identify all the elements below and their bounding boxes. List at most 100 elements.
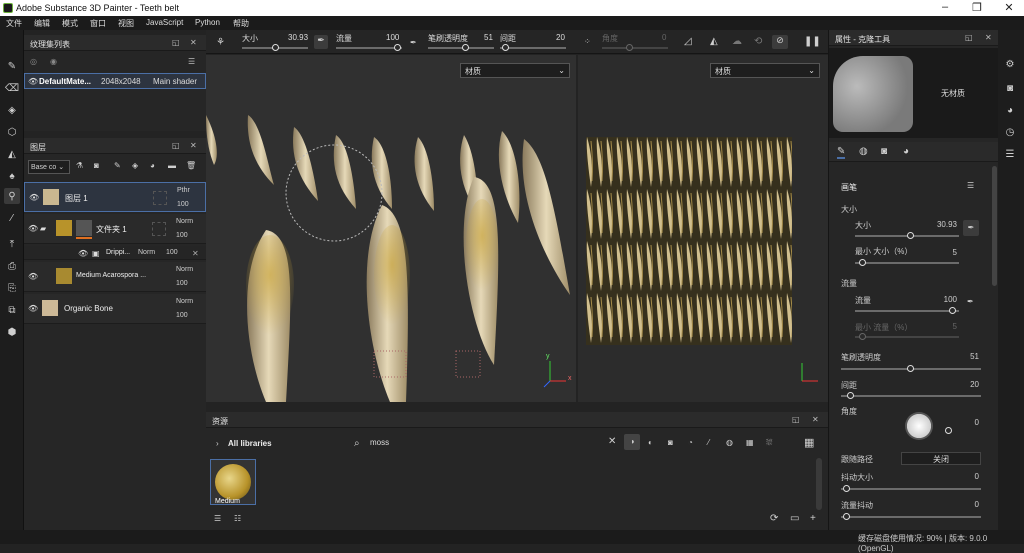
brush-opacity-value[interactable]: 51 bbox=[939, 352, 979, 361]
pin-icon[interactable]: ◱ bbox=[172, 141, 180, 150]
import-folder-icon[interactable]: ▭ bbox=[790, 513, 799, 524]
effect-row[interactable]: 👁 ▣ Drippi... Norm 100 ✕ bbox=[24, 246, 206, 260]
eye-icon[interactable]: 👁 bbox=[28, 224, 38, 233]
min-flow-slider-knob[interactable] bbox=[859, 333, 866, 340]
menu-mode[interactable]: 模式 bbox=[62, 18, 78, 29]
close-icon[interactable]: ✕ bbox=[190, 38, 197, 47]
opacity-slider[interactable] bbox=[428, 47, 494, 49]
color-picker-icon[interactable]: ⁄ bbox=[4, 210, 20, 226]
jitter-flow-value[interactable]: 0 bbox=[939, 500, 979, 509]
opacity-value[interactable]: 100 bbox=[166, 249, 178, 256]
scrollbar[interactable] bbox=[816, 458, 822, 510]
angle-knob[interactable] bbox=[945, 427, 952, 434]
min-size-value[interactable]: 5 bbox=[917, 248, 957, 257]
channel-dropdown[interactable]: Base co ⌄ bbox=[28, 160, 70, 174]
pin-icon[interactable]: ◱ bbox=[792, 415, 800, 424]
procedurals-filter-icon[interactable]: ▦ bbox=[746, 438, 754, 447]
angle-slider[interactable] bbox=[602, 47, 668, 49]
texture-set-item[interactable]: 👁 DefaultMate... 2048x2048 Main shader bbox=[24, 73, 206, 89]
spacing-slider-knob[interactable] bbox=[847, 392, 854, 399]
log-icon[interactable]: ☰ bbox=[1002, 146, 1018, 162]
size-slider-knob[interactable] bbox=[272, 44, 279, 51]
viewport-2d-mode-dropdown[interactable]: 材质 ⌄ bbox=[710, 63, 820, 78]
maximize-button[interactable]: ❐ bbox=[962, 1, 992, 14]
min-flow-value[interactable]: 5 bbox=[917, 322, 957, 331]
smart-materials-filter-icon[interactable]: ◐ bbox=[648, 438, 653, 447]
texture-set-settings-icon[interactable]: ⚙ bbox=[1002, 56, 1018, 72]
add-asset-icon[interactable]: + bbox=[810, 513, 816, 524]
spacing-value[interactable]: 20 bbox=[556, 33, 565, 42]
eye-icon[interactable]: 👁 bbox=[28, 272, 38, 281]
menu-javascript[interactable]: JavaScript bbox=[146, 18, 183, 27]
alphas-filter-icon[interactable]: ◍ bbox=[726, 438, 733, 447]
flow-slider-knob[interactable] bbox=[949, 307, 956, 314]
flow-pressure-icon[interactable]: ✒ bbox=[410, 38, 417, 47]
viewport-2d[interactable]: 材质 ⌄ bbox=[578, 55, 828, 402]
history-icon[interactable]: ◷ bbox=[1002, 124, 1018, 140]
scrollbar[interactable] bbox=[992, 166, 997, 286]
layer-row[interactable]: 👁 图层 1 Pthr 100 bbox=[24, 182, 206, 212]
brush-preset-icon[interactable]: ⚘ bbox=[216, 37, 225, 48]
cube-icon[interactable]: ⬢ bbox=[4, 324, 20, 340]
follow-path-toggle[interactable]: 关闭 bbox=[901, 452, 981, 465]
blend-mode[interactable]: Norm bbox=[138, 249, 155, 256]
materials-filter-icon[interactable]: ◑ bbox=[624, 434, 640, 450]
blend-mode[interactable]: Norm bbox=[176, 218, 193, 225]
close-icon[interactable]: ✕ bbox=[812, 415, 819, 424]
view-options-icon[interactable]: ☷ bbox=[234, 514, 241, 523]
opacity-value[interactable]: 100 bbox=[177, 201, 189, 208]
size-pressure-icon[interactable]: ✒ bbox=[963, 220, 979, 236]
grid-view-icon[interactable]: ▦ bbox=[804, 436, 814, 449]
brush-opacity-slider-knob[interactable] bbox=[907, 365, 914, 372]
menu-edit[interactable]: 编辑 bbox=[34, 18, 50, 29]
chevron-right-icon[interactable]: › bbox=[216, 439, 219, 448]
menu-help[interactable]: 帮助 bbox=[233, 18, 249, 29]
add-folder-icon[interactable]: ▬ bbox=[168, 161, 176, 170]
brushes-filter-icon[interactable]: ⁄ bbox=[708, 438, 709, 447]
symmetry-icon[interactable]: ◿ bbox=[684, 36, 692, 47]
search-input[interactable] bbox=[370, 435, 610, 449]
opacity-value[interactable]: 100 bbox=[176, 232, 188, 239]
spacing-slider[interactable] bbox=[841, 395, 981, 397]
display-settings-icon[interactable]: ◙ bbox=[1002, 80, 1018, 96]
stencil-tab-icon[interactable]: ◙ bbox=[881, 146, 887, 157]
opacity-value[interactable]: 100 bbox=[176, 280, 188, 287]
layer-row[interactable]: 👁 Medium Acarospora ... Norm 100 bbox=[24, 262, 206, 292]
clear-search-icon[interactable]: ✕ bbox=[608, 436, 616, 447]
textures-filter-icon[interactable]: ◙ bbox=[668, 438, 673, 447]
min-size-slider[interactable] bbox=[855, 262, 959, 264]
flow-slider[interactable] bbox=[855, 310, 959, 312]
export-icon[interactable]: ⎘ bbox=[4, 280, 20, 296]
eye-icon[interactable]: 👁 bbox=[28, 77, 38, 86]
menu-window[interactable]: 窗口 bbox=[90, 18, 106, 29]
layer-row[interactable]: 👁 Organic Bone Norm 100 bbox=[24, 294, 206, 324]
add-mask-icon[interactable]: ◙ bbox=[94, 161, 99, 170]
eye-icon[interactable]: 👁 bbox=[78, 249, 88, 258]
add-smart-material-icon[interactable]: ◕ bbox=[150, 161, 155, 170]
eraser-icon[interactable]: ⌫ bbox=[4, 80, 20, 96]
environments-filter-icon[interactable]: ⛆ bbox=[766, 438, 772, 448]
layer-row[interactable]: 👁 ▰ 文件夹 1 Norm 100 bbox=[24, 214, 206, 244]
spacing-slider[interactable] bbox=[500, 47, 566, 49]
refresh-icon[interactable]: ⟳ bbox=[770, 513, 778, 524]
pen-pressure-icon[interactable]: ✒ bbox=[314, 35, 328, 49]
filter-options-icon[interactable]: ☰ bbox=[214, 514, 221, 523]
lazy-mouse-icon[interactable]: ⁘ bbox=[584, 37, 591, 46]
mirror-icon[interactable]: ◭ bbox=[710, 36, 718, 47]
opacity-value[interactable]: 51 bbox=[484, 33, 493, 42]
remove-effect-icon[interactable]: ✕ bbox=[192, 249, 199, 258]
min-size-slider-knob[interactable] bbox=[859, 259, 866, 266]
jitter-size-slider[interactable] bbox=[841, 488, 981, 490]
brush-tab-icon[interactable]: ✎ bbox=[837, 146, 846, 159]
smudge-icon[interactable]: ♠ bbox=[4, 168, 20, 184]
flow-value[interactable]: 100 bbox=[386, 33, 399, 42]
add-fill-layer-icon[interactable]: ◈ bbox=[132, 161, 138, 170]
blend-mode[interactable]: Norm bbox=[176, 298, 193, 305]
flow-pressure-icon[interactable]: ✒ bbox=[967, 297, 974, 306]
jitter-size-slider-knob[interactable] bbox=[843, 485, 850, 492]
projection-icon[interactable]: ◈ bbox=[4, 102, 20, 118]
angle-value[interactable]: 0 bbox=[662, 33, 666, 42]
geometry-mask-icon[interactable]: ⬡ bbox=[4, 124, 20, 140]
menu-file[interactable]: 文件 bbox=[6, 18, 22, 29]
visibility-icon[interactable]: ◎ bbox=[30, 57, 37, 66]
